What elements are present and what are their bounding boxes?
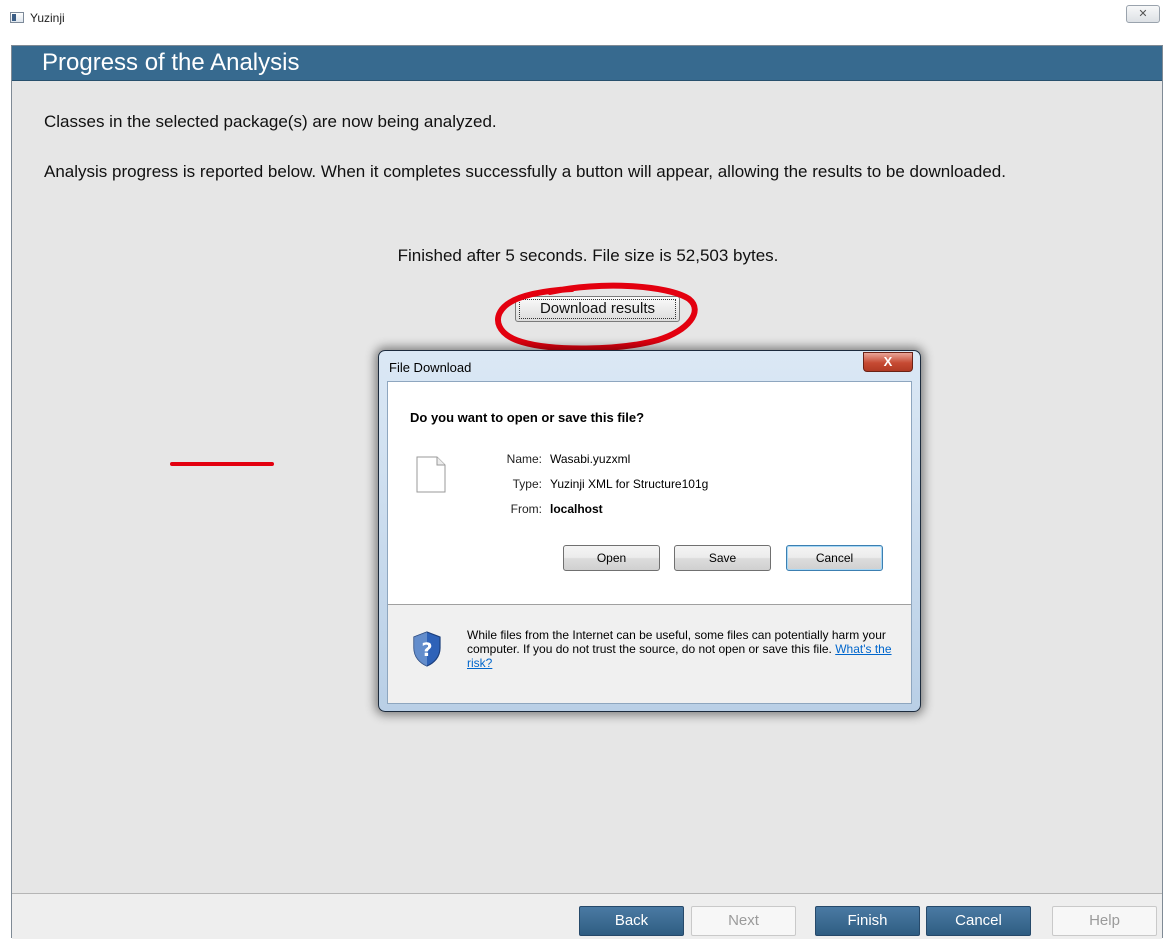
download-results-button[interactable]: Download results xyxy=(515,296,680,322)
file-download-dialog: File Download X Do you want to open or s… xyxy=(378,350,921,712)
help-button[interactable]: Help xyxy=(1052,906,1157,936)
dialog-content: Do you want to open or save this file? N… xyxy=(387,381,912,704)
dialog-title: File Download xyxy=(389,360,472,375)
security-warning: ? While files from the Internet can be u… xyxy=(388,605,911,703)
back-button[interactable]: Back xyxy=(579,906,684,936)
next-button[interactable]: Next xyxy=(691,906,796,936)
cancel-button[interactable]: Cancel xyxy=(926,906,1031,936)
name-label: Name: xyxy=(506,452,542,466)
file-name: Wasabi.yuzxml xyxy=(550,452,631,466)
wizard-footer: Back Next Finish Cancel Help xyxy=(12,894,1162,939)
main-title-bar: Yuzinji ✕ xyxy=(0,0,1172,34)
dialog-question: Do you want to open or save this file? xyxy=(410,410,645,425)
svg-text:?: ? xyxy=(421,639,432,661)
dialog-cancel-button[interactable]: Cancel xyxy=(786,545,883,571)
analysis-status: Finished after 5 seconds. File size is 5… xyxy=(397,246,779,265)
file-type: Yuzinji XML for Structure101g xyxy=(550,477,709,491)
window-close-button[interactable]: ✕ xyxy=(1126,5,1160,23)
intro-text: Classes in the selected package(s) are n… xyxy=(44,112,497,131)
finish-button[interactable]: Finish xyxy=(815,906,920,936)
window-title: Yuzinji xyxy=(30,11,65,25)
app-window: Yuzinji ✕ Progress of the Analysis Class… xyxy=(0,0,1172,941)
file-source: localhost xyxy=(550,502,603,516)
filename-underline-annotation xyxy=(170,462,274,466)
file-icon xyxy=(416,456,446,493)
warning-message: While files from the Internet can be use… xyxy=(467,628,897,670)
dialog-title-bar[interactable]: File Download X xyxy=(379,351,920,381)
type-label: Type: xyxy=(512,477,542,491)
save-button[interactable]: Save xyxy=(674,545,771,571)
download-results-label: Download results xyxy=(539,300,656,317)
wizard-header: Progress of the Analysis xyxy=(12,46,1162,81)
app-window-icon xyxy=(10,12,24,23)
page-title: Progress of the Analysis xyxy=(42,49,300,76)
shield-question-icon: ? xyxy=(413,631,441,667)
warning-text: While files from the Internet can be use… xyxy=(467,628,886,656)
from-label: From: xyxy=(510,502,542,516)
dialog-close-button[interactable]: X xyxy=(863,352,913,372)
open-button[interactable]: Open xyxy=(563,545,660,571)
progress-description: Analysis progress is reported below. Whe… xyxy=(44,162,1006,181)
